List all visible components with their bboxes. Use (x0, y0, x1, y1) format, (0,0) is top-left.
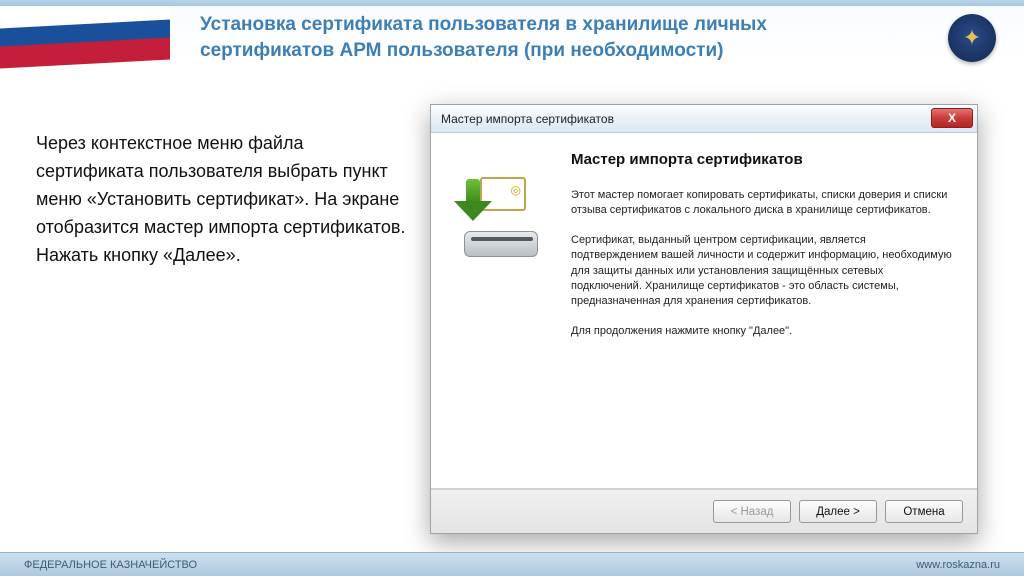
next-button[interactable]: Далее > (799, 500, 877, 523)
import-certificate-icon (456, 177, 546, 257)
wizard-paragraph-2: Сертификат, выданный центром сертификаци… (571, 233, 955, 310)
wizard-window-title: Мастер импорта сертификатов (441, 112, 614, 126)
emblem-logo (948, 14, 996, 62)
wizard-button-bar: < Назад Далее > Отмена (431, 489, 977, 533)
footer-url: www.roskazna.ru (916, 559, 1000, 571)
slide-title: Установка сертификата пользователя в хра… (200, 12, 840, 63)
wizard-paragraph-3: Для продолжения нажмите кнопку "Далее". (571, 324, 955, 339)
russian-flag-graphic (0, 6, 170, 68)
wizard-heading: Мастер импорта сертификатов (571, 151, 955, 168)
wizard-paragraph-1: Этот мастер помогает копировать сертифик… (571, 188, 955, 219)
wizard-sidebar (431, 133, 571, 488)
cancel-button[interactable]: Отмена (885, 500, 963, 523)
wizard-titlebar[interactable]: Мастер импорта сертификатов X (431, 105, 977, 133)
footer-org-name: ФЕДЕРАЛЬНОЕ КАЗНАЧЕЙСТВО (24, 559, 197, 571)
back-button: < Назад (713, 500, 791, 523)
slide-body-text: Через контекстное меню файла сертификата… (36, 130, 416, 269)
wizard-body: Мастер импорта сертификатов Этот мастер … (431, 133, 977, 489)
close-button[interactable]: X (931, 108, 973, 128)
slide-footer: ФЕДЕРАЛЬНОЕ КАЗНАЧЕЙСТВО www.roskazna.ru (0, 552, 1024, 576)
certificate-import-wizard-window: Мастер импорта сертификатов X Мастер имп… (430, 104, 978, 534)
wizard-content: Мастер импорта сертификатов Этот мастер … (571, 133, 977, 488)
close-icon: X (948, 111, 956, 125)
